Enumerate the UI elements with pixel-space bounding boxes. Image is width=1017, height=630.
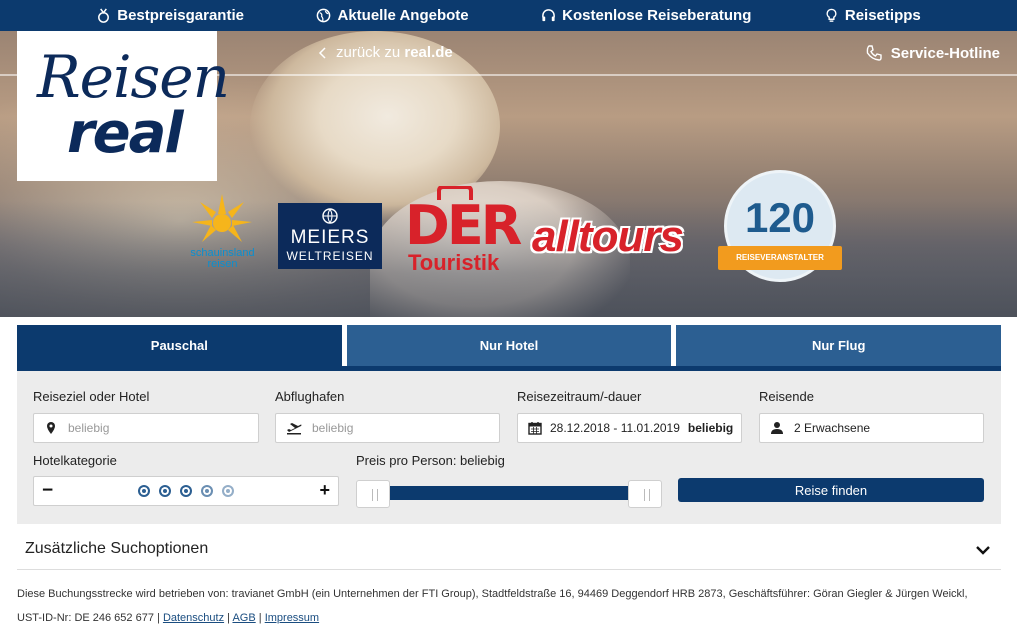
- hotel-category-label: Hotelkategorie: [33, 453, 117, 468]
- operator-info: Diese Buchungsstrecke wird betrieben von…: [17, 588, 968, 600]
- destination-placeholder: beliebig: [68, 421, 110, 435]
- tab-pauschal[interactable]: Pauschal: [17, 325, 342, 366]
- user-icon: [771, 422, 783, 434]
- benefit-best-price[interactable]: Bestpreisgarantie: [96, 7, 244, 24]
- badge-number: 120: [744, 194, 816, 241]
- medal-icon: [98, 8, 110, 23]
- period-field[interactable]: 28.12.2018 - 11.01.2019 beliebig: [517, 413, 742, 443]
- benefit-offers[interactable]: Aktuelle Angebote: [316, 7, 469, 24]
- additional-search-options[interactable]: Zusätzliche Suchoptionen: [17, 530, 1001, 570]
- plane-departure-icon: [287, 423, 302, 435]
- hotel-category-stepper: − +: [33, 476, 339, 506]
- period-label: Reisezeitraum/-dauer: [517, 389, 642, 404]
- category-stars: [138, 485, 234, 497]
- destination-label: Reiseziel oder Hotel: [33, 389, 150, 404]
- calendar-icon: [528, 422, 542, 435]
- 120-reiseveranstalter-badge: 120 REISEVERANSTALTER: [718, 170, 842, 288]
- phone-icon: [866, 45, 882, 61]
- airport-label: Abflughafen: [275, 389, 345, 404]
- benefit-consulting[interactable]: Kostenlose Reiseberatung: [541, 7, 751, 24]
- sun-icon: [192, 194, 252, 242]
- service-hotline-link[interactable]: Service-Hotline: [865, 44, 1000, 62]
- search-tabs: Pauschal Nur Hotel Nur Flug: [17, 325, 1002, 371]
- travellers-field[interactable]: 2 Erwachsene: [759, 413, 984, 443]
- price-label: Preis pro Person: beliebig: [356, 453, 505, 468]
- sun-icon: [201, 485, 213, 497]
- globe-icon: [322, 208, 338, 224]
- benefit-label: Aktuelle Angebote: [337, 7, 469, 24]
- additional-options-title: Zusätzliche Suchoptionen: [25, 540, 209, 557]
- der-text: DER: [405, 194, 522, 257]
- vat-number: UST-ID-Nr: DE 246 652 677 |: [17, 612, 160, 624]
- airport-placeholder: beliebig: [312, 421, 354, 435]
- hotline-label: Service-Hotline: [890, 44, 1000, 62]
- separator: |: [227, 612, 231, 624]
- meiers-line2: WELTREISEN: [286, 249, 374, 263]
- travellers-label: Reisende: [759, 389, 814, 404]
- headset-icon: [542, 9, 556, 22]
- sun-icon: [138, 485, 150, 497]
- price-slider[interactable]: [356, 480, 662, 508]
- privacy-link[interactable]: Datenschutz: [163, 612, 224, 624]
- period-dates: 28.12.2018 - 11.01.2019: [550, 421, 680, 435]
- sun-icon: [180, 485, 192, 497]
- schauinsland-logo: schauinsland reisen: [180, 192, 265, 272]
- price-slider-min-handle[interactable]: [356, 480, 390, 508]
- map-pin-icon: [47, 422, 55, 434]
- airport-field[interactable]: beliebig: [275, 413, 500, 443]
- back-prefix: zurück zu: [336, 44, 401, 61]
- tab-nur-flug[interactable]: Nur Flug: [676, 325, 1002, 366]
- imprint-link[interactable]: Impressum: [265, 612, 319, 624]
- destination-field[interactable]: beliebig: [33, 413, 259, 443]
- find-trip-button[interactable]: Reise finden: [678, 478, 984, 502]
- benefits-bar: Bestpreisgarantie Aktuelle Angebote Kost…: [0, 0, 1017, 31]
- tab-nur-hotel[interactable]: Nur Hotel: [346, 325, 672, 366]
- back-site: real.de: [404, 44, 453, 61]
- alltours-logo: alltours: [532, 212, 684, 261]
- category-plus-button[interactable]: +: [319, 480, 330, 501]
- benefit-label: Reisetipps: [844, 7, 921, 24]
- touristik-text: Touristik: [408, 250, 500, 275]
- sun-icon: [159, 485, 171, 497]
- travellers-value: 2 Erwachsene: [794, 421, 871, 435]
- der-touristik-logo: DER Touristik: [405, 186, 522, 276]
- legal-footer: Diese Buchungsstrecke wird betrieben von…: [17, 582, 1001, 630]
- price-slider-max-handle[interactable]: [628, 480, 662, 508]
- back-to-real-link[interactable]: zurück zu real.de: [318, 44, 453, 61]
- schauinsland-text: schauinsland reisen: [190, 247, 255, 270]
- reisen-real-logo[interactable]: Reisen real: [17, 31, 230, 181]
- logo-text-real: real: [67, 101, 184, 166]
- chevron-left-icon: [318, 46, 326, 59]
- search-panel: Pauschal Nur Hotel Nur Flug Reiseziel od…: [17, 325, 1002, 524]
- category-minus-button[interactable]: −: [42, 480, 53, 502]
- chevron-down-icon[interactable]: [975, 542, 991, 558]
- lightbulb-icon: [826, 8, 837, 22]
- separator: |: [258, 612, 262, 624]
- vat-line: UST-ID-Nr: DE 246 652 677 | Datenschutz …: [17, 606, 1001, 630]
- price-slider-track: [372, 486, 646, 500]
- sun-icon: [222, 485, 234, 497]
- agb-link[interactable]: AGB: [232, 612, 255, 624]
- badge-ribbon: REISEVERANSTALTER: [718, 246, 842, 270]
- period-duration: beliebig: [687, 421, 734, 435]
- benefit-tips[interactable]: Reisetipps: [824, 7, 921, 24]
- meiers-line1: MEIERS: [290, 227, 370, 248]
- benefit-label: Bestpreisgarantie: [117, 7, 244, 24]
- benefit-label: Kostenlose Reiseberatung: [562, 7, 752, 24]
- globe-icon: [317, 8, 331, 23]
- meiers-weltreisen-logo: MEIERS WELTREISEN: [278, 203, 382, 269]
